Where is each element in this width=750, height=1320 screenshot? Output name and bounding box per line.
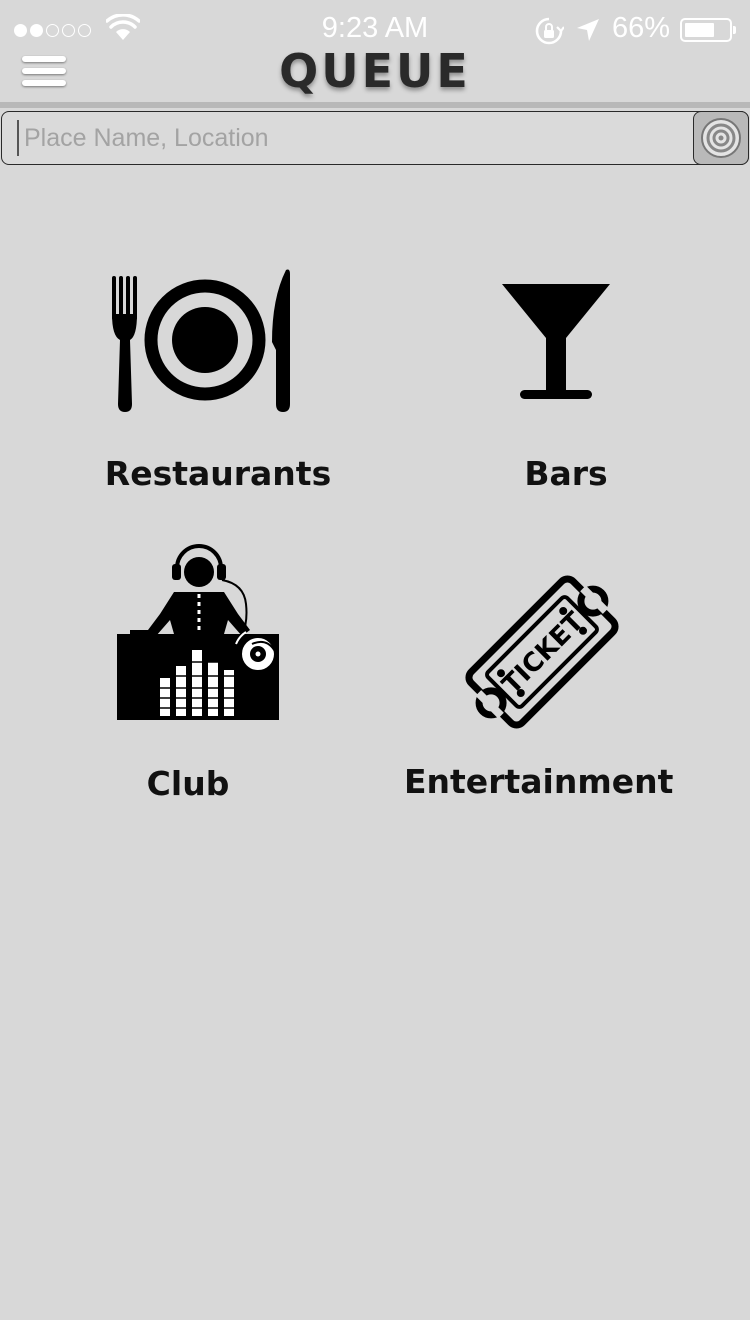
- category-entertainment[interactable]: TICKET Entertainment: [404, 560, 674, 810]
- target-locate-icon: [701, 118, 741, 158]
- cocktail-glass-icon: [502, 284, 610, 399]
- category-label: Bars: [524, 454, 608, 493]
- category-label: Entertainment: [404, 762, 674, 801]
- hamburger-menu-icon[interactable]: [22, 56, 68, 92]
- location-arrow-icon: [577, 19, 599, 41]
- nav-divider: [0, 102, 750, 108]
- rotation-lock-icon: [535, 17, 564, 45]
- text-cursor: [17, 120, 19, 156]
- app-title: QUEUE: [279, 44, 471, 98]
- ticket-icon: TICKET: [465, 575, 619, 729]
- category-label: Club: [146, 764, 230, 803]
- search-input[interactable]: [22, 116, 684, 160]
- category-club[interactable]: Club: [108, 540, 288, 810]
- category-label: Restaurants: [104, 454, 332, 493]
- dj-mixer-icon: [117, 544, 279, 720]
- locate-button[interactable]: [693, 111, 749, 165]
- fork-plate-knife-icon: [112, 269, 290, 412]
- category-bars[interactable]: Bars: [480, 260, 640, 510]
- category-restaurants[interactable]: Restaurants: [100, 260, 340, 510]
- search-bar: [1, 111, 749, 165]
- battery-icon: [680, 18, 736, 42]
- battery-percent: 66%: [612, 12, 671, 44]
